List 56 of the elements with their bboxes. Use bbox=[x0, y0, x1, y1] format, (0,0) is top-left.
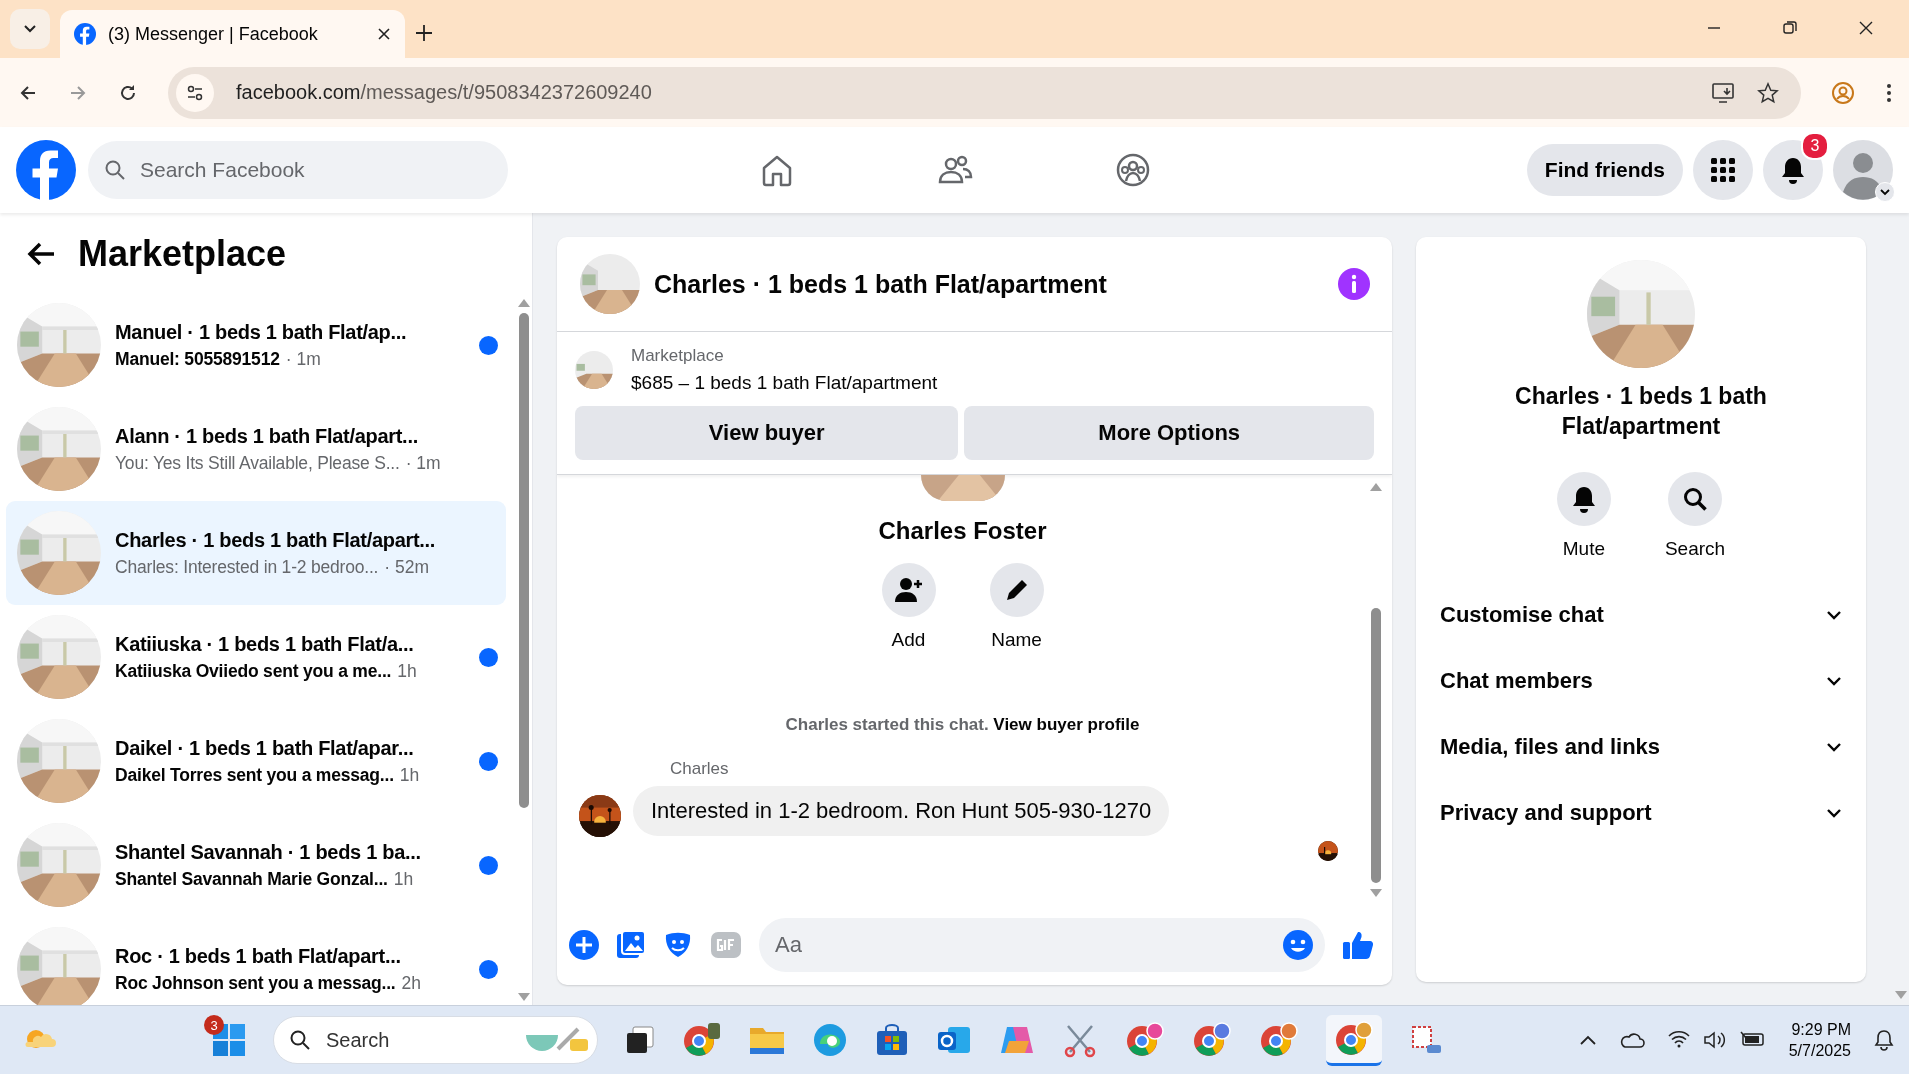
action-label: Search bbox=[1664, 537, 1726, 560]
message-field[interactable]: Aa bbox=[759, 918, 1325, 972]
listing-button[interactable]: More Options bbox=[964, 406, 1374, 460]
action-label: Name bbox=[991, 629, 1042, 651]
message-bubble: Interested in 1-2 bedroom. Ron Hunt 505-930-1270 bbox=[633, 786, 1170, 836]
conversation-item[interactable]: Manuel · 1 beds 1 bath Flat/ap... Manuel: 5055891512 · 1m bbox=[6, 293, 506, 397]
section-header[interactable]: Privacy and support bbox=[1440, 779, 1842, 846]
listing-button[interactable]: View buyer bbox=[575, 406, 959, 460]
find-friends-button[interactable]: Find friends bbox=[1526, 144, 1683, 196]
message-preview: Roc Johnson sent you a messag... bbox=[115, 972, 396, 994]
browser-tab[interactable]: (3) Messenger | Facebook bbox=[60, 10, 405, 58]
message-time: · 52m bbox=[384, 556, 429, 578]
notification-badge: 3 bbox=[204, 1015, 224, 1035]
conversation-title: Daikel · 1 beds 1 bath Flat/apar... bbox=[115, 736, 415, 760]
notification-badge: 3 bbox=[1801, 132, 1829, 160]
conversation-title: Roc · 1 beds 1 bath Flat/apart... bbox=[115, 944, 402, 968]
conversation-title: Charles · 1 beds 1 bath Flat/apart... bbox=[115, 528, 437, 552]
chat-notice: Charles started this chat. View buyer profile bbox=[785, 715, 1140, 735]
action-label: Add bbox=[891, 629, 926, 651]
sidebar-title: Marketplace bbox=[78, 233, 287, 275]
message-time: · 1m bbox=[405, 452, 441, 474]
message-preview: Charles: Interested in 1-2 bedroo... bbox=[115, 556, 379, 578]
section-header[interactable]: Media, files and links bbox=[1440, 713, 1842, 780]
message-time: 1h bbox=[397, 660, 417, 682]
message-preview: You: Yes Its Still Available, Please S... bbox=[115, 452, 400, 474]
message-time: 1h bbox=[393, 868, 414, 890]
message-time: · 1m bbox=[285, 348, 321, 370]
clock[interactable]: 9:29 PM 5/7/2025 bbox=[1788, 1020, 1851, 1060]
sender-name: Charles bbox=[670, 759, 730, 779]
conversation-item[interactable]: Charles · 1 beds 1 bath Flat/apart... Charles: Interested in 1-2 bedroo... · 52m bbox=[6, 501, 506, 605]
message-preview: Daikel Torres sent you a messag... bbox=[115, 764, 394, 786]
conversation-title: Manuel · 1 beds 1 bath Flat/ap... bbox=[115, 320, 408, 344]
message-time: 1h bbox=[399, 764, 420, 786]
chat-title: Charles · 1 beds 1 bath Flat/apartment bbox=[654, 269, 1107, 299]
message-time: 2h bbox=[401, 972, 421, 994]
section-header[interactable]: Chat members bbox=[1440, 647, 1842, 714]
chat-title: Charles · 1 beds 1 bath Flat/apartment bbox=[1514, 382, 1768, 441]
address-bar[interactable]: facebook.com/messages/t/9508342372609240 bbox=[168, 66, 1801, 119]
profile-name: Charles Foster bbox=[878, 517, 1047, 545]
message-preview: Manuel: 5055891512 bbox=[115, 348, 280, 370]
section-header[interactable]: Customise chat bbox=[1440, 581, 1842, 648]
search-field[interactable]: Search Facebook bbox=[88, 141, 508, 199]
conversation-title: Alann · 1 beds 1 bath Flat/apart... bbox=[115, 424, 419, 448]
conversation-title: Shantel Savannah · 1 beds 1 ba... bbox=[115, 840, 422, 864]
conversation-title: Katiiuska · 1 beds 1 bath Flat/a... bbox=[115, 632, 415, 656]
listing-source: Marketplace bbox=[631, 346, 725, 366]
conversation-item[interactable]: Alann · 1 beds 1 bath Flat/apart... You: Yes Its Still Available, Please S... · 1m bbox=[6, 397, 506, 501]
message-preview: Shantel Savannah Marie Gonzal... bbox=[115, 868, 388, 890]
view-buyer-profile-link[interactable]: View buyer profile bbox=[993, 715, 1140, 734]
conversation-item[interactable]: Daikel · 1 beds 1 bath Flat/apar... Daikel Torres sent you a messag... 1h bbox=[6, 709, 506, 813]
taskbar-search-field[interactable]: Search bbox=[273, 1016, 598, 1064]
message-preview: Katiiuska Oviiedo sent you a me... bbox=[115, 660, 392, 682]
conversation-item[interactable]: Shantel Savannah · 1 beds 1 ba... Shantel Savannah Marie Gonzal... 1h bbox=[6, 813, 506, 917]
action-label: Mute bbox=[1562, 537, 1605, 560]
listing-title: $685 – 1 beds 1 bath Flat/apartment bbox=[631, 372, 938, 394]
conversation-item[interactable]: Katiiuska · 1 beds 1 bath Flat/a... Katiiuska Oviiedo sent you a me... 1h bbox=[6, 605, 506, 709]
